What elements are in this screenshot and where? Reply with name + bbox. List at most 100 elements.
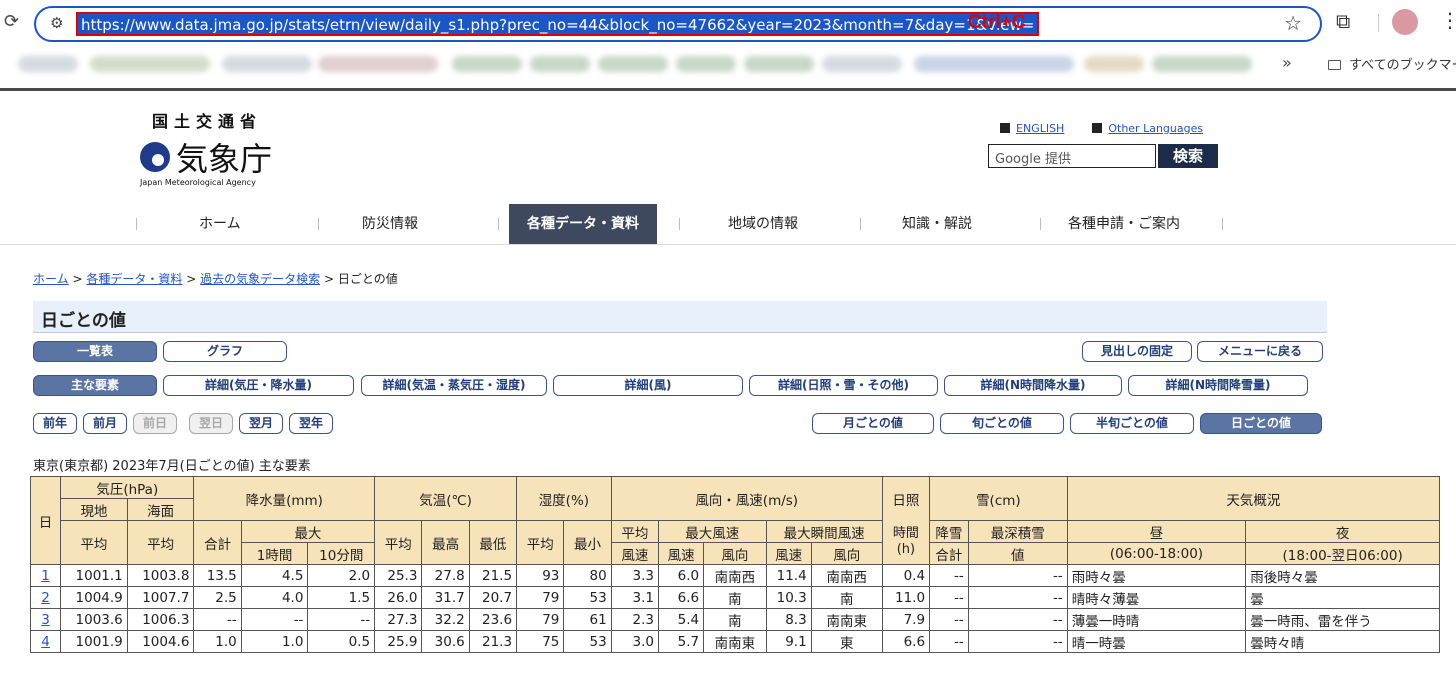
detail-wind-button[interactable]: 詳細(風): [553, 375, 743, 396]
global-nav: ホーム 防災情報 各種データ・資料 地域の情報 知識・解説 各種申請・ご案内: [0, 204, 1456, 244]
hdr-temp-min: 最低: [468, 520, 518, 565]
extensions-icon[interactable]: ⧉: [1336, 9, 1350, 33]
dekad-values-button[interactable]: 旬ごとの値: [940, 413, 1064, 434]
search-input[interactable]: Google 提供: [988, 144, 1156, 168]
agency-logo-text[interactable]: 気象庁: [176, 134, 272, 180]
cell-wday: 晴時々薄曇: [1066, 586, 1247, 609]
table-caption: 東京(東京都) 2023年7月(日ごとの値) 主な要素: [33, 459, 311, 474]
bookmark-item[interactable]: [18, 56, 78, 72]
nav-home[interactable]: ホーム: [199, 204, 241, 244]
next-year-button[interactable]: 翌年: [289, 413, 333, 434]
prev-month-button[interactable]: 前月: [83, 413, 127, 434]
bookmarks-bar: » すべてのブックマーク: [0, 48, 1456, 80]
hdr-max-gust: 最大瞬間風速: [765, 520, 883, 543]
cell-sf: --: [929, 608, 969, 631]
daily-values-button[interactable]: 日ごとの値: [1200, 413, 1322, 434]
nav-application[interactable]: 各種申請・ご案内: [1068, 204, 1180, 244]
all-bookmarks[interactable]: すべてのブックマーク: [1328, 54, 1456, 73]
breadcrumb-home[interactable]: ホーム: [33, 272, 69, 286]
site-info-icon[interactable]: ⚙: [50, 14, 63, 32]
nav-data[interactable]: 各種データ・資料: [509, 204, 657, 244]
other-languages-link[interactable]: Other Languages: [1108, 122, 1203, 135]
monthly-values-button[interactable]: 月ごとの値: [812, 413, 934, 434]
list-view-button[interactable]: 一覧表: [33, 341, 157, 362]
hdr-weather-day: 昼: [1066, 520, 1247, 543]
detail-pressure-button[interactable]: 詳細(気圧・降水量): [163, 375, 354, 396]
cell-ws: 5.4: [657, 608, 705, 631]
nav-knowledge[interactable]: 知識・解説: [902, 204, 972, 244]
bookmark-item[interactable]: [318, 56, 438, 72]
bookmark-item[interactable]: [1152, 56, 1252, 72]
nav-disaster[interactable]: 防災情報: [362, 204, 418, 244]
reload-icon[interactable]: ⟳: [4, 11, 19, 32]
nav-region[interactable]: 地域の情報: [728, 204, 798, 244]
bookmark-item[interactable]: [676, 56, 736, 72]
breadcrumb-sep: >: [186, 272, 197, 286]
breadcrumb-data[interactable]: 各種データ・資料: [86, 272, 182, 286]
bookmark-item[interactable]: [452, 56, 522, 72]
bookmark-item[interactable]: [744, 56, 814, 72]
bookmark-item[interactable]: [90, 56, 210, 72]
url-text-selected[interactable]: https://www.data.jma.go.jp/stats/etrn/vi…: [76, 12, 1040, 36]
folder-icon: [1328, 60, 1341, 70]
cell-gd: 東: [810, 630, 883, 653]
breadcrumb-past[interactable]: 過去の気象データ検索: [200, 272, 320, 286]
jma-logo-icon[interactable]: [140, 142, 170, 172]
hdr-weather-night: 夜: [1245, 520, 1440, 543]
day-link[interactable]: 1: [41, 568, 50, 584]
cell-wnight: 雨後時々曇: [1245, 564, 1440, 587]
back-menu-button[interactable]: メニューに戻る: [1197, 341, 1323, 362]
cell-ha: 75: [516, 630, 565, 653]
english-link[interactable]: ENGLISH: [1016, 122, 1064, 135]
nav-divider: [860, 218, 861, 230]
nav-divider: [136, 218, 137, 230]
profile-avatar[interactable]: [1392, 9, 1418, 35]
hdr-precip: 降水量(mm): [193, 476, 376, 521]
bookmark-item[interactable]: [1084, 56, 1144, 72]
cell-wday: 薄曇一時晴: [1066, 608, 1247, 631]
cell-pr: 2.5: [193, 586, 242, 609]
day-link[interactable]: 2: [41, 590, 50, 606]
day-link[interactable]: 4: [41, 634, 50, 650]
hdr-snow-total: 合計: [929, 542, 969, 565]
detail-temp-button[interactable]: 詳細(気温・蒸気圧・湿度): [361, 375, 547, 396]
bookmark-star-icon[interactable]: ☆: [1284, 11, 1302, 35]
search-button[interactable]: 検索: [1158, 144, 1218, 168]
cell-h1: --: [240, 608, 309, 631]
cell-ws: 6.6: [657, 586, 705, 609]
half-dekad-values-button[interactable]: 半旬ごとの値: [1070, 413, 1194, 434]
bookmarks-more-icon[interactable]: »: [1282, 53, 1292, 72]
cell-ha: 79: [516, 608, 565, 631]
prev-year-button[interactable]: 前年: [33, 413, 77, 434]
bookmark-item[interactable]: [222, 56, 312, 72]
hdr-local: 現地: [60, 498, 128, 521]
graph-view-button[interactable]: グラフ: [163, 341, 287, 362]
bookmark-item[interactable]: [598, 56, 668, 72]
bookmark-item[interactable]: [530, 56, 590, 72]
detail-sunshine-button[interactable]: 詳細(日照・雪・その他): [749, 375, 938, 396]
hdr-humid-min: 最小: [563, 520, 612, 565]
cell-hn: 53: [563, 586, 612, 609]
cell-sun: 11.0: [881, 586, 931, 609]
prev-day-button: 前日: [133, 413, 177, 434]
cell-pr: 1.0: [193, 630, 242, 653]
cell-ws: 6.0: [657, 564, 705, 587]
menu-kebab-icon[interactable]: ⋮: [1440, 8, 1456, 32]
main-elements-button[interactable]: 主な要素: [33, 375, 157, 396]
cell-hn: 61: [563, 608, 612, 631]
hdr-snowfall: 降雪: [929, 520, 969, 543]
hdr-temp-max: 最高: [421, 520, 470, 565]
bookmark-item[interactable]: [822, 56, 902, 72]
cell-wa: 3.0: [610, 630, 660, 653]
detail-n-hour-snow-button[interactable]: 詳細(N時間降雪量): [1128, 375, 1308, 396]
bookmark-item[interactable]: [914, 56, 1074, 72]
detail-n-hour-precip-button[interactable]: 詳細(N時間降水量): [944, 375, 1122, 396]
cell-sd: --: [967, 586, 1068, 609]
hdr-gust-speed: 風速: [765, 542, 812, 565]
next-month-button[interactable]: 翌月: [239, 413, 283, 434]
address-bar[interactable]: ⚙ https://www.data.jma.go.jp/stats/etrn/…: [34, 6, 1322, 42]
fix-header-button[interactable]: 見出しの固定: [1082, 341, 1192, 362]
nav-divider: [498, 218, 499, 230]
cell-tx: 32.2: [421, 608, 470, 631]
day-link[interactable]: 3: [41, 612, 50, 628]
